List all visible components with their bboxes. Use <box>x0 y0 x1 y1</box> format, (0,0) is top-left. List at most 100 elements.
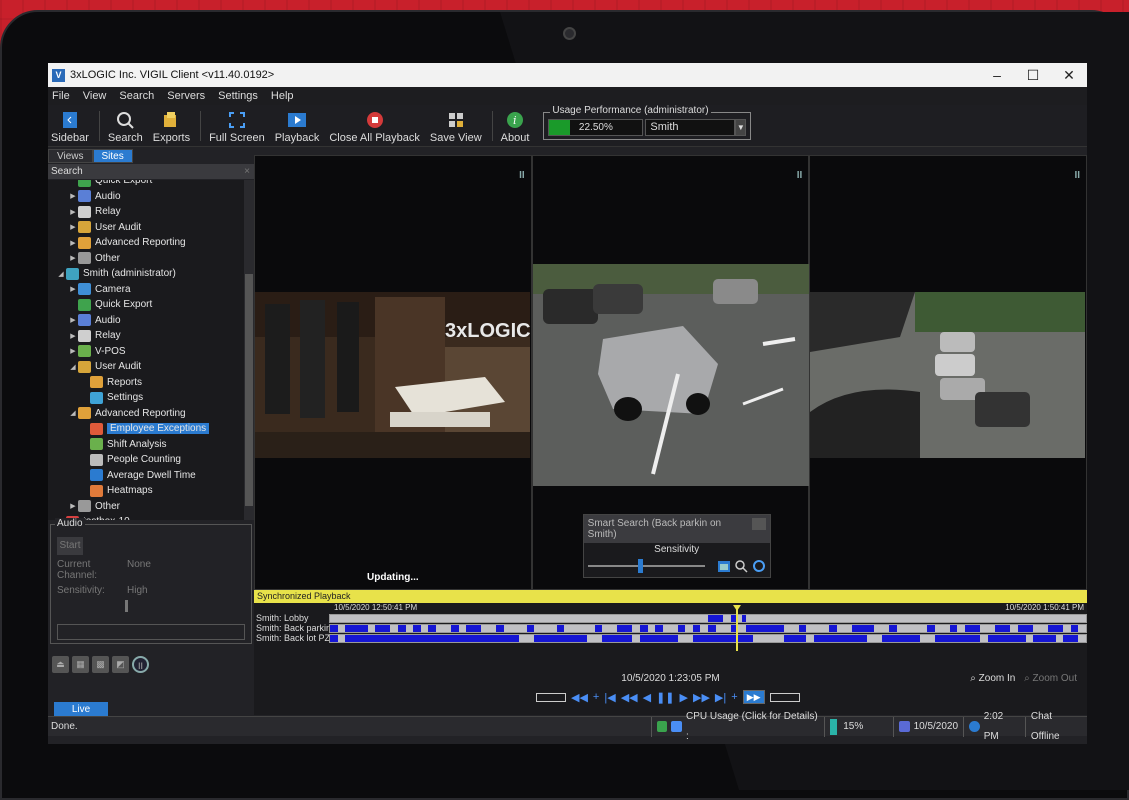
tree-expand-icon[interactable]: ▶ <box>68 239 78 247</box>
save-view-button[interactable]: Save View <box>430 110 482 144</box>
tree-item[interactable]: ◢ Smith (administrator) <box>48 266 254 282</box>
menu-view[interactable]: View <box>83 90 107 102</box>
menu-search[interactable]: Search <box>119 90 154 102</box>
reset-icon[interactable] <box>752 559 766 573</box>
tree-expand-icon[interactable]: ◢ <box>68 363 78 371</box>
pause-icon[interactable]: II <box>797 170 803 181</box>
layout-custom-icon[interactable]: ◩ <box>112 656 129 673</box>
zoom-out-button[interactable]: ⌕ Zoom Out <box>1024 673 1077 684</box>
tree-item[interactable]: ▶ Camera <box>48 282 254 298</box>
close-button[interactable]: ✕ <box>1051 67 1087 84</box>
calendar-icon[interactable] <box>717 559 731 573</box>
tab-views[interactable]: Views <box>48 149 93 163</box>
pause-icon[interactable]: II <box>519 170 525 181</box>
play-icon[interactable]: ▶ <box>680 691 688 704</box>
eject-icon[interactable]: ⏏ <box>52 656 69 673</box>
tree-item[interactable]: ▶ V-POS <box>48 344 254 360</box>
video-panel-back-lot-ptz[interactable]: II <box>809 155 1087 590</box>
track-bar[interactable] <box>329 613 1087 623</box>
tree-expand-icon[interactable]: ▶ <box>68 502 78 510</box>
pause-icon[interactable]: II <box>1074 170 1080 181</box>
about-button[interactable]: i About <box>501 110 529 144</box>
tree-expand-icon[interactable]: ▶ <box>68 316 78 324</box>
menu-help[interactable]: Help <box>271 90 294 102</box>
search-button[interactable]: Search <box>108 110 143 144</box>
fullscreen-button[interactable]: Full Screen <box>209 110 265 144</box>
search-icon[interactable] <box>734 559 748 573</box>
tree-item[interactable]: Quick Export <box>48 180 254 189</box>
tree-item[interactable]: ▶ Other <box>48 499 254 515</box>
server-select[interactable]: Smith <box>645 118 736 136</box>
pause-button[interactable]: ❚❚ <box>656 691 674 704</box>
tree-item[interactable]: ▶ Audio <box>48 313 254 329</box>
tree-item[interactable]: ▶ Relay <box>48 328 254 344</box>
timeline-cursor[interactable] <box>736 609 738 651</box>
timeline-track[interactable]: Smith: Back lot PZT <box>254 633 1087 643</box>
sensitivity-slider[interactable] <box>587 559 705 573</box>
fast-forward-icon[interactable]: ▶▶ <box>693 691 710 704</box>
clear-search-icon[interactable]: × <box>244 164 250 179</box>
tree-expand-icon[interactable]: ▶ <box>68 332 78 340</box>
tree-expand-icon[interactable]: ◢ <box>68 409 78 417</box>
menu-servers[interactable]: Servers <box>167 90 205 102</box>
tree-item[interactable]: Employee Exceptions <box>48 421 254 437</box>
tab-sites[interactable]: Sites <box>92 149 133 163</box>
audio-start-button[interactable]: Start <box>57 537 83 555</box>
add-marker-icon[interactable]: + <box>731 691 737 703</box>
rewind-icon[interactable]: ◀◀ <box>621 691 638 704</box>
video-panel-lobby[interactable]: II 3xLOGIC Updating... <box>254 155 532 590</box>
tree-item[interactable]: ◢ User Audit <box>48 359 254 375</box>
maximize-button[interactable]: ☐ <box>1015 67 1051 84</box>
tree-expand-icon[interactable]: ▶ <box>68 223 78 231</box>
tree-expand-icon[interactable]: ▶ <box>68 285 78 293</box>
tree-item[interactable]: ▶ Relay <box>48 204 254 220</box>
tree-item[interactable]: People Counting <box>48 452 254 468</box>
zoom-in-button[interactable]: ⌕ Zoom In <box>970 673 1015 684</box>
pause-all-icon[interactable]: II <box>132 656 149 673</box>
minimize-button[interactable]: – <box>979 67 1015 84</box>
timeline-track[interactable]: Smith: Back parkin <box>254 623 1087 633</box>
track-bar[interactable] <box>329 633 1087 643</box>
chevron-down-icon[interactable]: ▼ <box>735 118 747 136</box>
sidebar-search-input[interactable]: Search × <box>48 164 254 179</box>
speed-slider-right[interactable] <box>769 692 800 702</box>
audio-sensitivity-slider[interactable] <box>125 600 128 612</box>
tree-expand-icon[interactable]: ▶ <box>68 208 78 216</box>
skip-end-icon[interactable]: ▶| <box>715 691 726 704</box>
exports-button[interactable]: Exports <box>153 110 190 144</box>
tree-item[interactable]: ◢ Advanced Reporting <box>48 406 254 422</box>
chat-status[interactable]: Chat Offline <box>1024 711 1087 742</box>
sensitivity-slider-thumb[interactable] <box>638 559 644 573</box>
video-panel-back-parking[interactable]: II Smart Search (Back parkin on Smith) S… <box>531 155 810 590</box>
menu-settings[interactable]: Settings <box>218 90 258 102</box>
menu-file[interactable]: File <box>52 90 70 102</box>
tree-item[interactable]: Quick Export <box>48 297 254 313</box>
skip-start-icon[interactable]: |◀ <box>604 691 615 704</box>
add-marker-icon[interactable]: + <box>593 691 599 703</box>
track-bar[interactable] <box>329 623 1087 633</box>
playback-button[interactable]: Playback <box>275 110 319 144</box>
tree-expand-icon[interactable]: ▶ <box>68 192 78 200</box>
tree-scrollbar-thumb[interactable] <box>245 274 253 506</box>
tree-scrollbar[interactable] <box>244 180 254 520</box>
forward-fast-icon[interactable]: ▶▶ <box>742 690 765 704</box>
tree-expand-icon[interactable]: ▶ <box>68 254 78 262</box>
cpu-usage-button[interactable]: CPU Usage (Click for Details) : <box>650 711 825 742</box>
tree-item[interactable]: Heatmaps <box>48 483 254 499</box>
tree-item[interactable]: Shift Analysis <box>48 437 254 453</box>
tree-item[interactable]: ▶ Other <box>48 251 254 267</box>
layout-3x3-icon[interactable]: ▩ <box>92 656 109 673</box>
tree-item[interactable]: Average Dwell Time <box>48 468 254 484</box>
tree-expand-icon[interactable]: ◢ <box>56 270 66 278</box>
smart-search-close-button[interactable] <box>751 518 766 530</box>
tree-item[interactable]: Settings <box>48 390 254 406</box>
tree-item[interactable]: ▶ Advanced Reporting <box>48 235 254 251</box>
tree-item[interactable]: ▶ User Audit <box>48 220 254 236</box>
step-back-icon[interactable]: ◀ <box>643 691 651 704</box>
layout-2x2-icon[interactable]: ▦ <box>72 656 89 673</box>
tree-item[interactable]: Reports <box>48 375 254 391</box>
tree-item[interactable]: ▶ Audio <box>48 189 254 205</box>
close-all-playback-button[interactable]: Close All Playback <box>329 110 420 144</box>
speed-slider-left[interactable] <box>536 692 566 702</box>
timeline-track[interactable]: Smith: Lobby <box>254 613 1087 623</box>
